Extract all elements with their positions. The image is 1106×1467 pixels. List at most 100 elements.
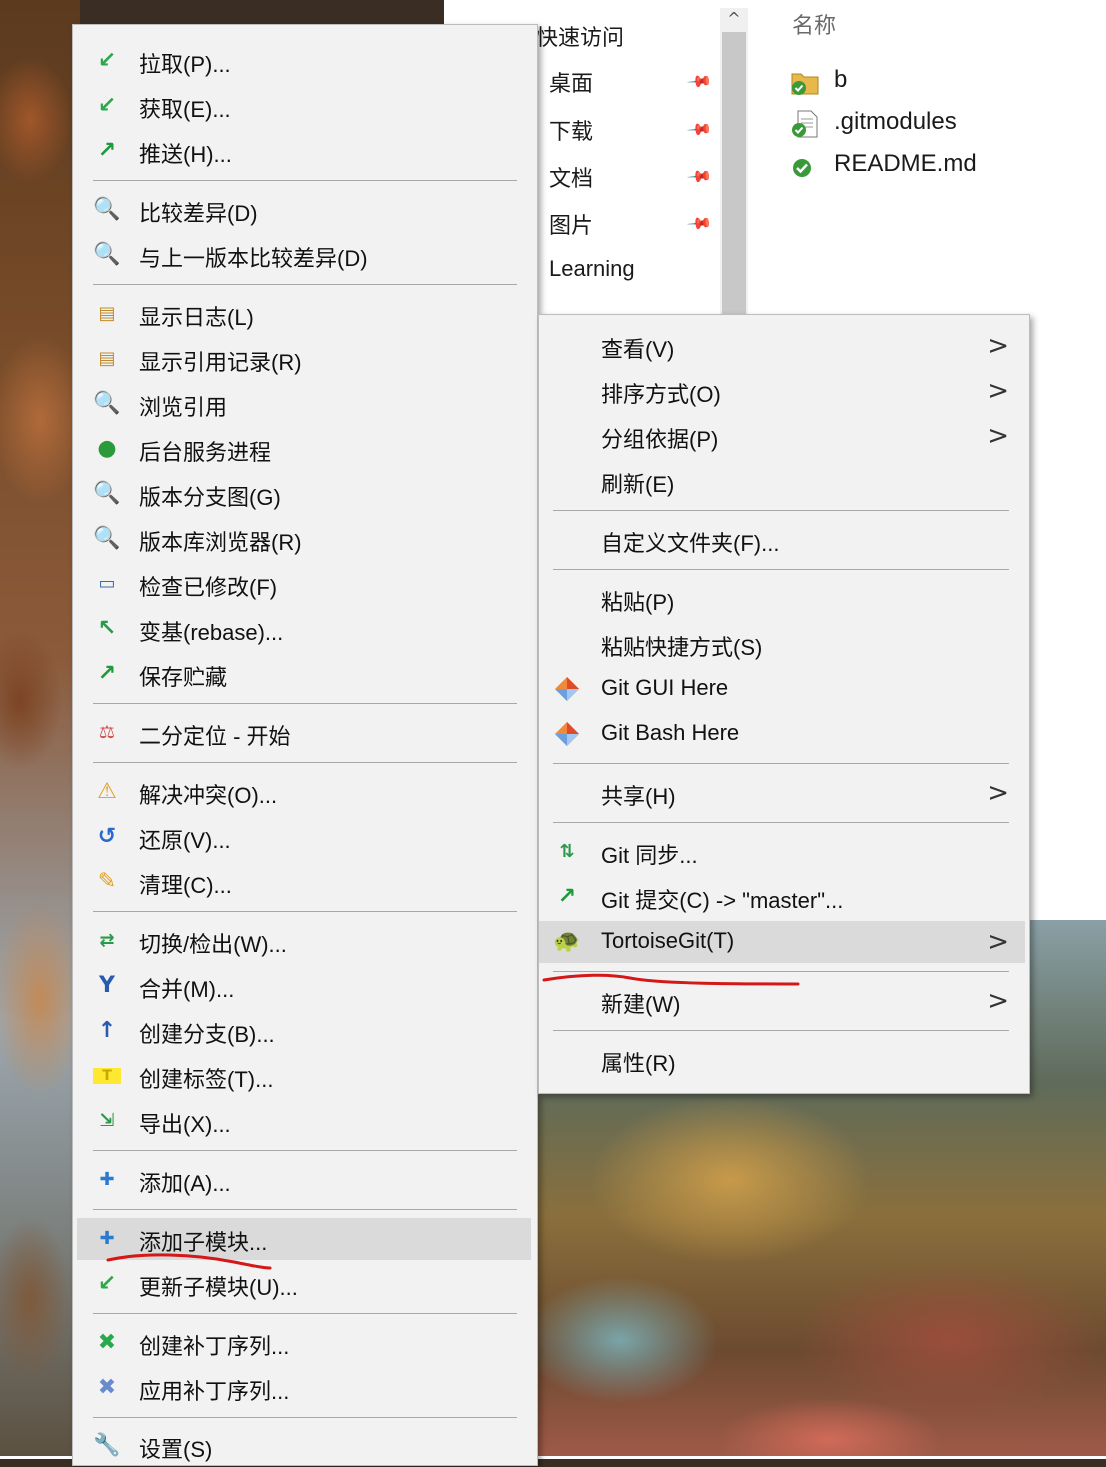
menu-item-label: 显示引用记录(R) [139, 350, 302, 375]
menu-separator [93, 180, 517, 181]
menu-separator [93, 762, 517, 763]
document-git-icon [792, 110, 818, 138]
menu-item-paste[interactable]: 粘贴(P) [539, 578, 1029, 620]
pin-icon: 📌 [686, 67, 714, 95]
menu-item-view[interactable]: 查看(V) > [539, 325, 1029, 367]
menu-item-customize-folder[interactable]: 自定义文件夹(F)... [539, 519, 1029, 561]
pull-arrow-icon: ↙ [97, 48, 117, 73]
menu-item-diff[interactable]: 🔍 比较差异(D) [73, 189, 537, 231]
menu-item-git-sync[interactable]: ⇅ Git 同步... [539, 831, 1029, 873]
menu-item-label: Git Bash Here [601, 720, 740, 745]
menu-item-properties[interactable]: 属性(R) [539, 1039, 1029, 1081]
column-header-name[interactable]: 名称 [792, 8, 836, 40]
menu-item-label: 二分定位 - 开始 [139, 724, 291, 749]
menu-item-label: 保存贮藏 [139, 665, 228, 690]
magnifier-icon: 🔍 [93, 197, 121, 222]
menu-item-label: 属性(R) [601, 1051, 676, 1076]
menu-item-label: 清理(C)... [139, 873, 232, 898]
stash-icon: ↗ [97, 661, 117, 686]
pin-icon: 📌 [686, 162, 714, 190]
nav-item-desktop[interactable]: 桌面 [549, 66, 593, 98]
merge-icon: Y [99, 973, 115, 998]
menu-item-push[interactable]: ↗ 推送(H)... [73, 130, 537, 172]
add-plus-icon: ✚ [99, 1169, 115, 1190]
nav-item-pictures[interactable]: 图片 [549, 208, 593, 240]
browse-refs-icon: 🔍 [93, 391, 121, 416]
menu-item-resolve[interactable]: ⚠ 解决冲突(O)... [73, 771, 537, 813]
menu-item-label: 推送(H)... [139, 142, 232, 167]
menu-item-group-by[interactable]: 分组依据(P) > [539, 415, 1029, 457]
menu-item-tortoisegit[interactable]: 🐢 TortoiseGit(T) > [539, 921, 1025, 963]
menu-item-create-tag[interactable]: T 创建标签(T)... [73, 1055, 537, 1097]
menu-item-daemon[interactable]: ● 后台服务进程 [73, 428, 537, 470]
menu-item-add-submodule[interactable]: ✚ 添加子模块... [77, 1218, 531, 1260]
git-sync-icon: ⇅ [559, 841, 575, 862]
menu-item-check-modifications[interactable]: ▭ 检查已修改(F) [73, 563, 537, 605]
menu-item-cleanup[interactable]: ✎ 清理(C)... [73, 861, 537, 903]
wallpaper-rocks-left [0, 0, 80, 1459]
cleanup-icon: ✎ [97, 869, 117, 894]
menu-item-create-branch[interactable]: ↑ 创建分支(B)... [73, 1010, 537, 1052]
menu-item-label: 分组依据(P) [601, 427, 719, 452]
menu-item-label: 新建(W) [601, 992, 681, 1017]
menu-separator [93, 911, 517, 912]
nav-item-downloads[interactable]: 下载 [549, 114, 593, 146]
menu-item-refresh[interactable]: 刷新(E) [539, 460, 1029, 502]
nav-scrollbar[interactable]: ^ [720, 8, 748, 328]
menu-item-show-reflog[interactable]: ▤ 显示引用记录(R) [73, 338, 537, 380]
scroll-thumb[interactable] [722, 32, 746, 328]
menu-item-sort-by[interactable]: 排序方式(O) > [539, 370, 1029, 412]
menu-item-label: 添加子模块... [139, 1230, 268, 1255]
menu-item-revert[interactable]: ↺ 还原(V)... [73, 816, 537, 858]
fetch-arrow-icon: ↙ [97, 93, 117, 118]
update-submodule-icon: ↙ [97, 1271, 117, 1296]
menu-item-stash-save[interactable]: ↗ 保存贮藏 [73, 653, 537, 695]
menu-item-diff-previous[interactable]: 🔍 与上一版本比较差异(D) [73, 234, 537, 276]
menu-item-pull[interactable]: ↙ 拉取(P)... [73, 40, 537, 82]
bisect-icon: ⚖ [98, 722, 116, 743]
menu-separator [93, 284, 517, 285]
git-commit-arrow-icon: ↗ [557, 884, 577, 909]
file-name: README.md [834, 150, 977, 177]
menu-item-share[interactable]: 共享(H) > [539, 772, 1029, 814]
menu-item-switch-checkout[interactable]: ⇄ 切换/检出(W)... [73, 920, 537, 962]
menu-item-paste-shortcut[interactable]: 粘贴快捷方式(S) [539, 623, 1029, 665]
scroll-up-arrow-icon[interactable]: ^ [720, 8, 748, 30]
nav-item-documents[interactable]: 文档 [549, 161, 593, 193]
menu-item-label: 版本库浏览器(R) [139, 530, 302, 555]
chevron-right-icon: > [987, 421, 1009, 451]
menu-item-git-commit[interactable]: ↗ Git 提交(C) -> "master"... [539, 876, 1029, 918]
menu-item-export[interactable]: ⇲ 导出(X)... [73, 1100, 537, 1142]
menu-item-git-bash-here[interactable]: Git Bash Here [539, 713, 1029, 755]
menu-item-label: 粘贴快捷方式(S) [601, 635, 763, 660]
menu-separator [93, 1150, 517, 1151]
nav-quick-access[interactable]: 快速访问 [536, 20, 624, 52]
menu-separator [553, 510, 1009, 511]
file-name: b [834, 66, 848, 93]
revision-graph-icon: 🔍 [93, 481, 121, 506]
menu-item-git-gui-here[interactable]: Git GUI Here [539, 668, 1029, 710]
menu-item-repo-browser[interactable]: 🔍 版本库浏览器(R) [73, 518, 537, 560]
menu-item-bisect-start[interactable]: ⚖ 二分定位 - 开始 [73, 712, 537, 754]
menu-item-merge[interactable]: Y 合并(M)... [73, 965, 537, 1007]
menu-item-label: 粘贴(P) [601, 590, 675, 615]
menu-item-new[interactable]: 新建(W) > [539, 980, 1029, 1022]
menu-item-label: 后台服务进程 [139, 440, 272, 465]
menu-item-browse-refs[interactable]: 🔍 浏览引用 [73, 383, 537, 425]
menu-item-label: 创建标签(T)... [139, 1067, 274, 1092]
menu-item-settings[interactable]: 🔧 设置(S) [73, 1425, 537, 1467]
menu-item-add[interactable]: ✚ 添加(A)... [73, 1159, 537, 1201]
push-arrow-icon: ↗ [97, 138, 117, 163]
menu-item-fetch[interactable]: ↙ 获取(E)... [73, 85, 537, 127]
menu-item-label: 刷新(E) [601, 472, 675, 497]
menu-item-revision-graph[interactable]: 🔍 版本分支图(G) [73, 473, 537, 515]
menu-item-create-patch[interactable]: ✖ 创建补丁序列... [73, 1322, 537, 1364]
check-modifications-icon: ▭ [98, 573, 116, 594]
switch-checkout-icon: ⇄ [99, 930, 115, 951]
menu-item-apply-patch[interactable]: ✖ 应用补丁序列... [73, 1367, 537, 1409]
menu-item-rebase[interactable]: ↖ 变基(rebase)... [73, 608, 537, 650]
nav-item-learning[interactable]: Learning [549, 256, 635, 282]
menu-item-update-submodule[interactable]: ↙ 更新子模块(U)... [73, 1263, 537, 1305]
menu-item-show-log[interactable]: ▤ 显示日志(L) [73, 293, 537, 335]
menu-item-label: Git 同步... [601, 843, 698, 868]
